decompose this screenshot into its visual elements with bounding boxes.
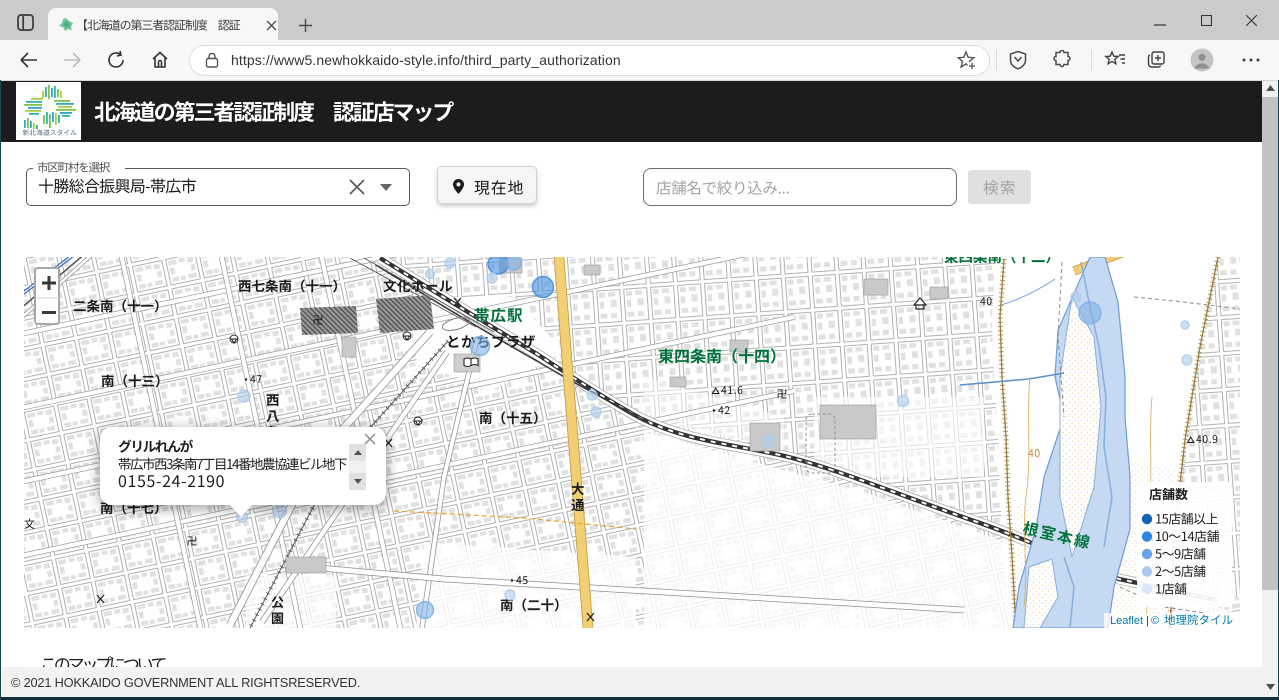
svg-text:©: © [1151,615,1159,627]
svg-text:Leaflet: Leaflet [1110,615,1143,627]
svg-text:|: | [1146,615,1149,627]
